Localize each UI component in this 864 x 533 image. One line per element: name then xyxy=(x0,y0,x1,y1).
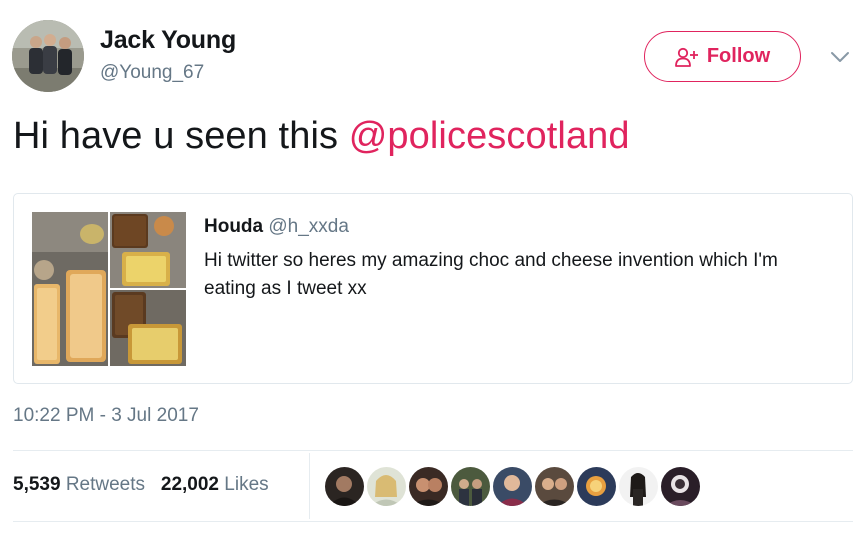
author-avatar[interactable] xyxy=(12,20,84,92)
author-name[interactable]: Jack Young xyxy=(100,26,236,55)
follow-button[interactable]: Follow xyxy=(644,31,801,82)
tweet-text: Hi have u seen this @policescotland xyxy=(13,115,630,158)
liker-avatar[interactable] xyxy=(535,467,574,506)
retweets-stat[interactable]: 5,539 Retweets xyxy=(13,474,145,495)
likers-avatars xyxy=(325,467,700,506)
author-handle[interactable]: @Young_67 xyxy=(100,62,204,84)
liker-avatar[interactable] xyxy=(619,467,658,506)
mention-link[interactable]: @policescotland xyxy=(349,115,630,157)
retweets-count: 5,539 xyxy=(13,474,61,495)
quoted-tweet-text: Hi twitter so heres my amazing choc and … xyxy=(204,250,778,299)
quoted-tweet-author[interactable]: Houda @h_xxda xyxy=(204,216,349,238)
liker-avatar[interactable] xyxy=(661,467,700,506)
liker-avatar[interactable] xyxy=(493,467,532,506)
quoted-tweet-media[interactable] xyxy=(32,212,186,366)
avatar-photo xyxy=(12,20,84,92)
tweet-timestamp[interactable]: 10:22 PM - 3 Jul 2017 xyxy=(13,405,199,427)
quoted-author-handle: @h_xxda xyxy=(268,216,349,237)
divider-bottom xyxy=(13,521,853,522)
tweet-text-body: Hi have u seen this xyxy=(13,115,349,157)
quoted-tweet-photo-grid xyxy=(32,212,186,366)
follow-button-label: Follow xyxy=(706,45,771,67)
liker-avatar[interactable] xyxy=(577,467,616,506)
tweet-stats: 5,539 Retweets 22,002 Likes xyxy=(13,474,269,496)
quoted-author-name: Houda xyxy=(204,216,264,237)
likes-count: 22,002 xyxy=(160,474,219,495)
likes-label: Likes xyxy=(224,474,269,495)
liker-avatar[interactable] xyxy=(325,467,364,506)
liker-avatar[interactable] xyxy=(367,467,406,506)
liker-avatar[interactable] xyxy=(451,467,490,506)
likes-stat[interactable]: 22,002 Likes xyxy=(161,474,269,495)
divider-top xyxy=(13,450,853,451)
stats-separator xyxy=(309,453,310,519)
retweets-label: Retweets xyxy=(65,474,146,495)
chevron-down-icon[interactable] xyxy=(829,49,851,65)
add-user-icon xyxy=(674,47,698,67)
liker-avatar[interactable] xyxy=(409,467,448,506)
quoted-tweet-card[interactable]: Houda @h_xxda Hi twitter so heres my ama… xyxy=(13,193,853,384)
